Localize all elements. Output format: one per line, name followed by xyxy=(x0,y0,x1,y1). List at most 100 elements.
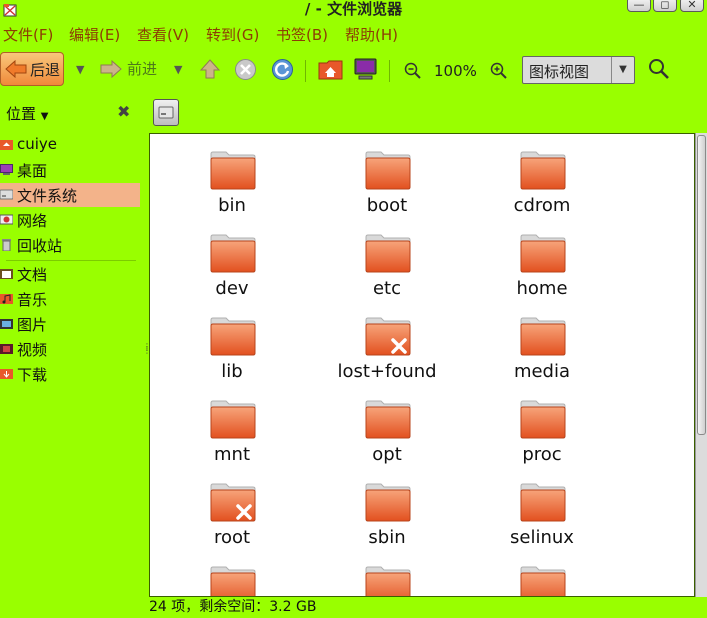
folder-icon xyxy=(365,566,411,596)
folder-name: sbin xyxy=(368,527,406,548)
forward-button-label: 前进 xyxy=(127,60,158,78)
places-header-label: 位置 xyxy=(6,105,37,123)
scrollbar-thumb[interactable] xyxy=(697,135,706,435)
sidebar-item-videos[interactable]: 视频 xyxy=(0,337,140,361)
sidebar-item-network[interactable]: 网络 xyxy=(0,208,140,232)
sidebar-item-label: cuiye xyxy=(17,135,58,153)
sidebar-item-trash[interactable]: 回收站 xyxy=(0,233,140,257)
folder-name: mnt xyxy=(214,444,250,465)
folder-name: root xyxy=(213,527,251,548)
desktop-icon xyxy=(0,164,13,175)
locked-folder-icon xyxy=(210,483,256,522)
folder-name: home xyxy=(516,278,568,299)
pane-resize-handle[interactable]: ⋮ ⋮ xyxy=(143,343,151,355)
menu-help[interactable]: 帮助(H) xyxy=(345,25,398,45)
folder-icon xyxy=(210,400,256,439)
reload-icon[interactable] xyxy=(271,58,294,81)
folder-icon xyxy=(520,317,566,356)
forward-history-dropdown[interactable]: ▼ xyxy=(174,63,182,76)
stop-icon[interactable] xyxy=(234,58,257,81)
status-bar: 24 项，剩余空间：3.2 GB xyxy=(149,599,317,615)
sidebar-item-label: 音乐 xyxy=(17,291,48,309)
home-folder-icon[interactable] xyxy=(318,58,343,81)
places-sidebar: 位置 ▼ ✖ cuiye 桌面 文件系统 网络 回收站 文档 音乐 图片 视频 … xyxy=(0,94,142,618)
folder-name: etc xyxy=(372,278,402,299)
view-mode-value: 图标视图 xyxy=(529,63,590,81)
sidebar-item-label: 下载 xyxy=(17,366,48,384)
sidebar-item-cuiye[interactable]: cuiye xyxy=(0,133,140,157)
menu-file[interactable]: 文件(F) xyxy=(3,25,53,45)
home-folder-icon xyxy=(0,140,13,150)
sidebar-item-label: 桌面 xyxy=(17,162,48,180)
sidebar-item-label: 图片 xyxy=(17,316,48,334)
maximize-button[interactable]: ◻ xyxy=(653,0,677,12)
folder-icon xyxy=(365,234,411,273)
minimize-button[interactable]: — xyxy=(627,0,651,12)
window-title: / - 文件浏览器 xyxy=(304,0,403,18)
menu-bookmarks[interactable]: 书签(B) xyxy=(276,25,328,45)
close-sidebar-icon[interactable]: ✖ xyxy=(117,102,130,121)
sidebar-item-downloads[interactable]: 下载 xyxy=(0,362,140,386)
folder-icon xyxy=(520,566,566,596)
sidebar-item-label: 网络 xyxy=(17,212,48,230)
forward-button[interactable]: 前进 xyxy=(99,58,157,79)
back-history-dropdown[interactable]: ▼ xyxy=(76,63,84,76)
folder-name: boot xyxy=(366,195,408,216)
folder-icon xyxy=(520,400,566,439)
folder-icon xyxy=(210,151,256,190)
sidebar-item-documents[interactable]: 文档 xyxy=(0,262,140,286)
pictures-icon xyxy=(0,319,13,329)
zoom-in-icon[interactable] xyxy=(490,62,507,79)
folder-name: proc xyxy=(522,444,562,465)
folder-icon xyxy=(520,483,566,522)
menu-view[interactable]: 查看(V) xyxy=(137,25,189,45)
up-arrow-icon[interactable] xyxy=(199,58,221,80)
sidebar-item-desktop[interactable]: 桌面 xyxy=(0,158,140,182)
chevron-down-icon: ▼ xyxy=(611,57,634,83)
forward-arrow-icon xyxy=(100,59,122,78)
search-icon[interactable] xyxy=(648,58,670,80)
location-drive-button[interactable] xyxy=(153,99,179,126)
sidebar-item-label: 回收站 xyxy=(17,237,63,255)
network-icon xyxy=(0,214,13,225)
sidebar-item-label: 视频 xyxy=(17,341,48,359)
back-button-label: 后退 xyxy=(30,60,61,79)
close-window-button[interactable]: ✕ xyxy=(680,0,704,12)
downloads-icon xyxy=(0,369,13,379)
folder-icon xyxy=(365,483,411,522)
menu-go[interactable]: 转到(G) xyxy=(206,25,259,45)
toolbar: 后退 ▼ 前进 ▼ 100% 图标视图 ▼ xyxy=(0,48,707,92)
sidebar-item-music[interactable]: 音乐 xyxy=(0,287,140,311)
sidebar-item-label: 文档 xyxy=(17,266,48,284)
file-icon-view[interactable]: bin boot cdrom dev etc home lib lost+found media… xyxy=(149,133,695,597)
folder-icon xyxy=(210,566,256,596)
folder-name: dev xyxy=(215,278,249,299)
documents-icon xyxy=(0,269,13,279)
folder-icon xyxy=(365,151,411,190)
sidebar-item-label: 文件系统 xyxy=(17,187,78,205)
back-button[interactable]: 后退 xyxy=(0,52,64,86)
locked-folder-icon xyxy=(365,317,411,356)
folder-name: media xyxy=(513,361,571,382)
menu-edit[interactable]: 编辑(E) xyxy=(69,25,120,45)
vertical-scrollbar[interactable] xyxy=(695,133,707,597)
computer-icon[interactable] xyxy=(353,57,378,81)
trash-icon xyxy=(2,239,11,251)
folder-icon xyxy=(520,234,566,273)
title-bar: / - 文件浏览器 — ◻ ✕ xyxy=(0,0,707,20)
folder-icon xyxy=(210,234,256,273)
zoom-level[interactable]: 100% xyxy=(434,62,477,80)
folder-name: opt xyxy=(372,444,402,465)
filesystem-drive-icon xyxy=(0,189,13,200)
music-icon xyxy=(0,294,13,304)
zoom-out-icon[interactable] xyxy=(404,62,421,79)
folder-icon xyxy=(365,400,411,439)
sidebar-item-pictures[interactable]: 图片 xyxy=(0,312,140,336)
toolbar-separator-2 xyxy=(389,60,390,82)
folder-icon xyxy=(210,317,256,356)
sidebar-item-filesystem[interactable]: 文件系统 xyxy=(0,183,140,207)
view-mode-select[interactable]: 图标视图 ▼ xyxy=(522,56,635,84)
places-dropdown[interactable]: 位置 ▼ xyxy=(6,103,49,124)
videos-icon xyxy=(0,344,13,354)
folder-name: lib xyxy=(221,361,243,382)
